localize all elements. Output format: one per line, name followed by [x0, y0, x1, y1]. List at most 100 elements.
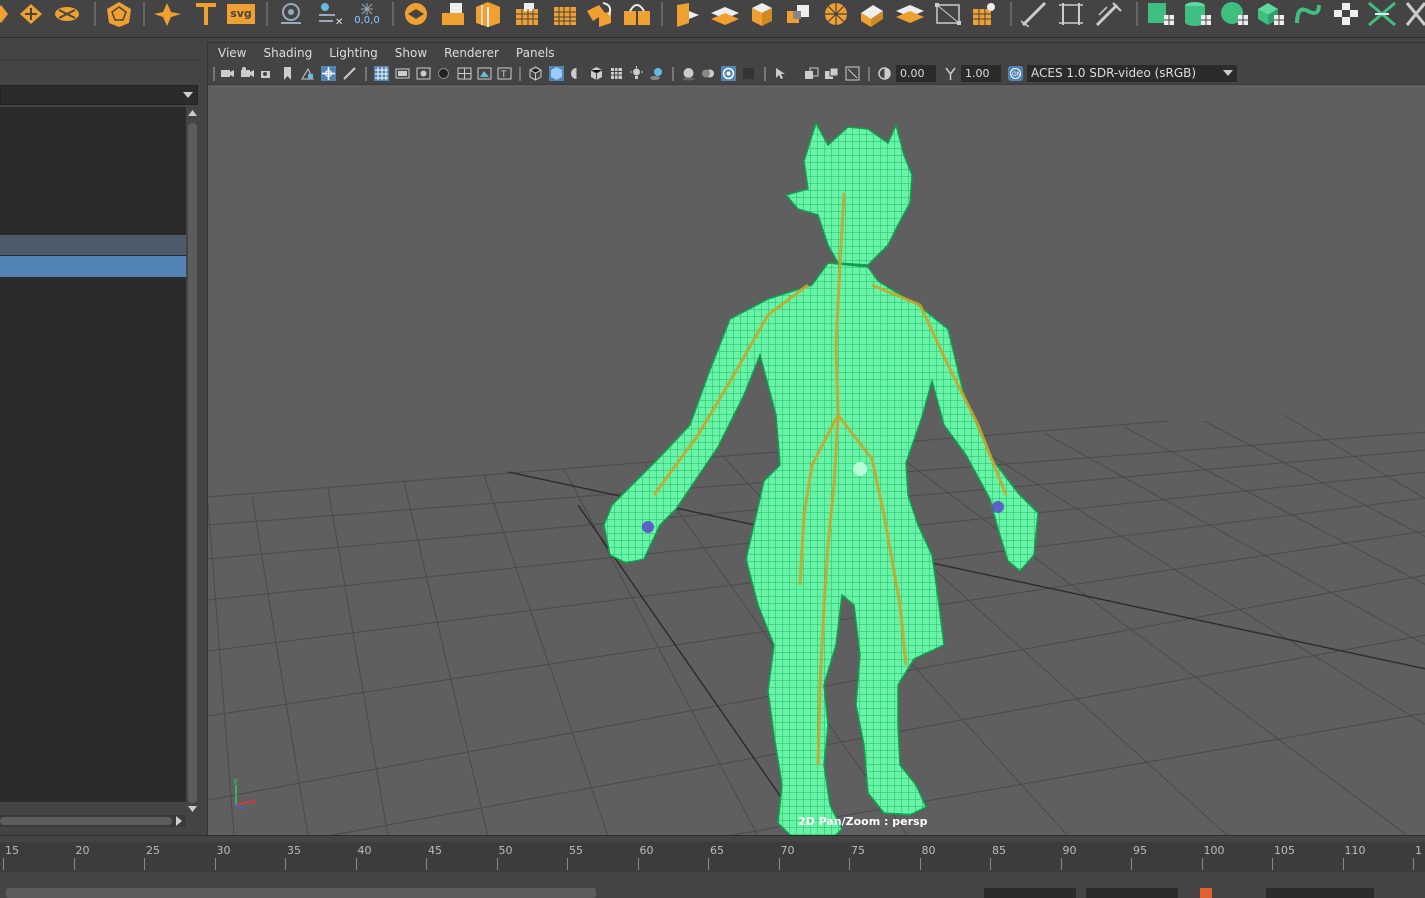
- sparkle-icon[interactable]: [152, 0, 184, 28]
- anti-aliasing-icon[interactable]: [721, 66, 736, 81]
- bookmark-icon[interactable]: [280, 66, 295, 81]
- joint-icon[interactable]: [1366, 0, 1398, 28]
- safe-action-icon[interactable]: [477, 66, 492, 81]
- pan-zoom-icon[interactable]: [321, 66, 336, 81]
- field-chart-icon[interactable]: [457, 66, 472, 81]
- layers-icon[interactable]: [893, 0, 927, 28]
- smooth-shade-icon[interactable]: [549, 66, 564, 81]
- exposure-field[interactable]: 0.00: [896, 65, 936, 82]
- diamond-icon[interactable]: [0, 0, 8, 28]
- shelf-separator: [1136, 2, 1138, 26]
- outliner-row[interactable]: [0, 235, 186, 255]
- bookmark-camera-icon[interactable]: [260, 66, 275, 81]
- auto-key-icon[interactable]: [1200, 888, 1212, 898]
- camera-attributes-icon[interactable]: [240, 66, 255, 81]
- scroll-down-icon[interactable]: [188, 806, 197, 812]
- node-icon[interactable]: ✕: [314, 0, 346, 28]
- range-slider[interactable]: [0, 878, 1425, 898]
- grid-icon[interactable]: [510, 0, 542, 28]
- range-field[interactable]: [984, 888, 1076, 898]
- gamma-icon[interactable]: [943, 66, 958, 81]
- menu-renderer[interactable]: Renderer: [444, 46, 499, 60]
- menu-lighting[interactable]: Lighting: [329, 46, 378, 60]
- resolution-gate-icon[interactable]: [416, 66, 431, 81]
- pen-icon[interactable]: [1018, 0, 1050, 28]
- view-transform-icon[interactable]: ON: [1008, 66, 1023, 81]
- film-gate-icon[interactable]: [395, 66, 410, 81]
- outliner-row-selected[interactable]: [0, 256, 186, 277]
- sphere-checker-icon[interactable]: [1219, 0, 1253, 28]
- bridge-icon[interactable]: [621, 0, 653, 28]
- array-icon[interactable]: [968, 0, 1000, 28]
- cube-extrude-icon[interactable]: [437, 0, 469, 28]
- gate-mask-icon[interactable]: [436, 66, 451, 81]
- textured-icon[interactable]: [609, 66, 624, 81]
- magnify-icon[interactable]: [276, 0, 306, 28]
- layers-checker-icon[interactable]: [1255, 0, 1289, 28]
- cube-icon[interactable]: [746, 0, 778, 28]
- shaded-wireframe-icon[interactable]: [589, 66, 604, 81]
- scrollbar-thumb[interactable]: [188, 123, 197, 803]
- depth-of-field-icon[interactable]: [741, 66, 756, 81]
- menu-view[interactable]: View: [218, 46, 246, 60]
- cylinder-checker-icon[interactable]: [1182, 0, 1216, 28]
- sculpt-icon[interactable]: [1092, 0, 1126, 28]
- svg-icon[interactable]: svg: [226, 0, 256, 28]
- character-wireframe[interactable]: [603, 121, 1039, 835]
- range-field[interactable]: [1086, 888, 1178, 898]
- polyhedron-icon[interactable]: [52, 0, 82, 28]
- xray-active-icon[interactable]: [845, 66, 860, 81]
- xray-joints-icon[interactable]: [824, 66, 839, 81]
- crop-icon[interactable]: [932, 0, 964, 28]
- checker-icon[interactable]: [1330, 0, 1362, 28]
- screen-space-ao-icon[interactable]: [681, 66, 696, 81]
- color-management-dropdown[interactable]: ACES 1.0 SDR-video (sRGB): [1027, 65, 1237, 82]
- cube-split-icon[interactable]: [473, 0, 505, 28]
- camera-icon[interactable]: [220, 66, 235, 81]
- menu-panels[interactable]: Panels: [516, 46, 555, 60]
- bevel-icon[interactable]: [584, 0, 616, 28]
- viewport-panel[interactable]: View Shading Lighting Show Renderer Pane…: [207, 42, 1425, 835]
- boolean-icon[interactable]: [670, 0, 702, 28]
- grid-toggle-icon[interactable]: [374, 66, 389, 81]
- outliner-horizontal-scrollbar[interactable]: [0, 815, 186, 827]
- range-field[interactable]: [1266, 888, 1374, 898]
- transform-icon[interactable]: [856, 0, 888, 28]
- gamma-field[interactable]: 1.00: [961, 65, 1001, 82]
- range-slider-bar[interactable]: [6, 888, 596, 898]
- polyhedron-icon[interactable]: [103, 0, 135, 28]
- time-slider[interactable]: 15 20 25 30 35 40 45 50 55 60 65 70 75 80 85 90 95 100 105…: [0, 835, 1425, 877]
- cube-checker-icon[interactable]: [1145, 0, 1179, 28]
- sphere-icon[interactable]: [782, 0, 814, 28]
- shadows-icon[interactable]: [649, 66, 664, 81]
- xray-icon[interactable]: [804, 66, 819, 81]
- menu-shading[interactable]: Shading: [263, 46, 312, 60]
- viewport-scene[interactable]: y x: [208, 85, 1425, 835]
- outliner-filter-dropdown[interactable]: [0, 85, 198, 105]
- default-material-icon[interactable]: [569, 66, 584, 81]
- scrollbar-thumb[interactable]: [0, 817, 172, 825]
- fold-icon[interactable]: [820, 0, 852, 28]
- scroll-up-icon[interactable]: [188, 110, 197, 116]
- frame-icon[interactable]: [1054, 0, 1088, 28]
- outliner-list[interactable]: [0, 107, 186, 802]
- plane-icon[interactable]: [708, 0, 742, 28]
- joint-icon[interactable]: [1404, 0, 1425, 28]
- grid-icon[interactable]: [548, 0, 580, 28]
- outliner-vertical-scrollbar[interactable]: [186, 107, 199, 817]
- scroll-right-icon[interactable]: [176, 816, 182, 826]
- text-icon[interactable]: [192, 0, 220, 28]
- grease-pencil-icon[interactable]: [342, 66, 357, 81]
- isolate-select-icon[interactable]: [773, 66, 788, 81]
- cube-stack-icon[interactable]: [400, 0, 432, 28]
- exposure-icon[interactable]: [877, 66, 892, 81]
- safe-title-icon[interactable]: T: [497, 66, 512, 81]
- image-plane-icon[interactable]: [300, 66, 315, 81]
- motion-blur-icon[interactable]: [701, 66, 716, 81]
- lights-icon[interactable]: [629, 66, 644, 81]
- diamond-cross-icon[interactable]: [17, 0, 45, 28]
- origin-icon[interactable]: 0,0,0: [350, 0, 384, 28]
- curve-icon[interactable]: [1292, 0, 1324, 28]
- menu-show[interactable]: Show: [395, 46, 427, 60]
- wireframe-icon[interactable]: [528, 66, 543, 81]
